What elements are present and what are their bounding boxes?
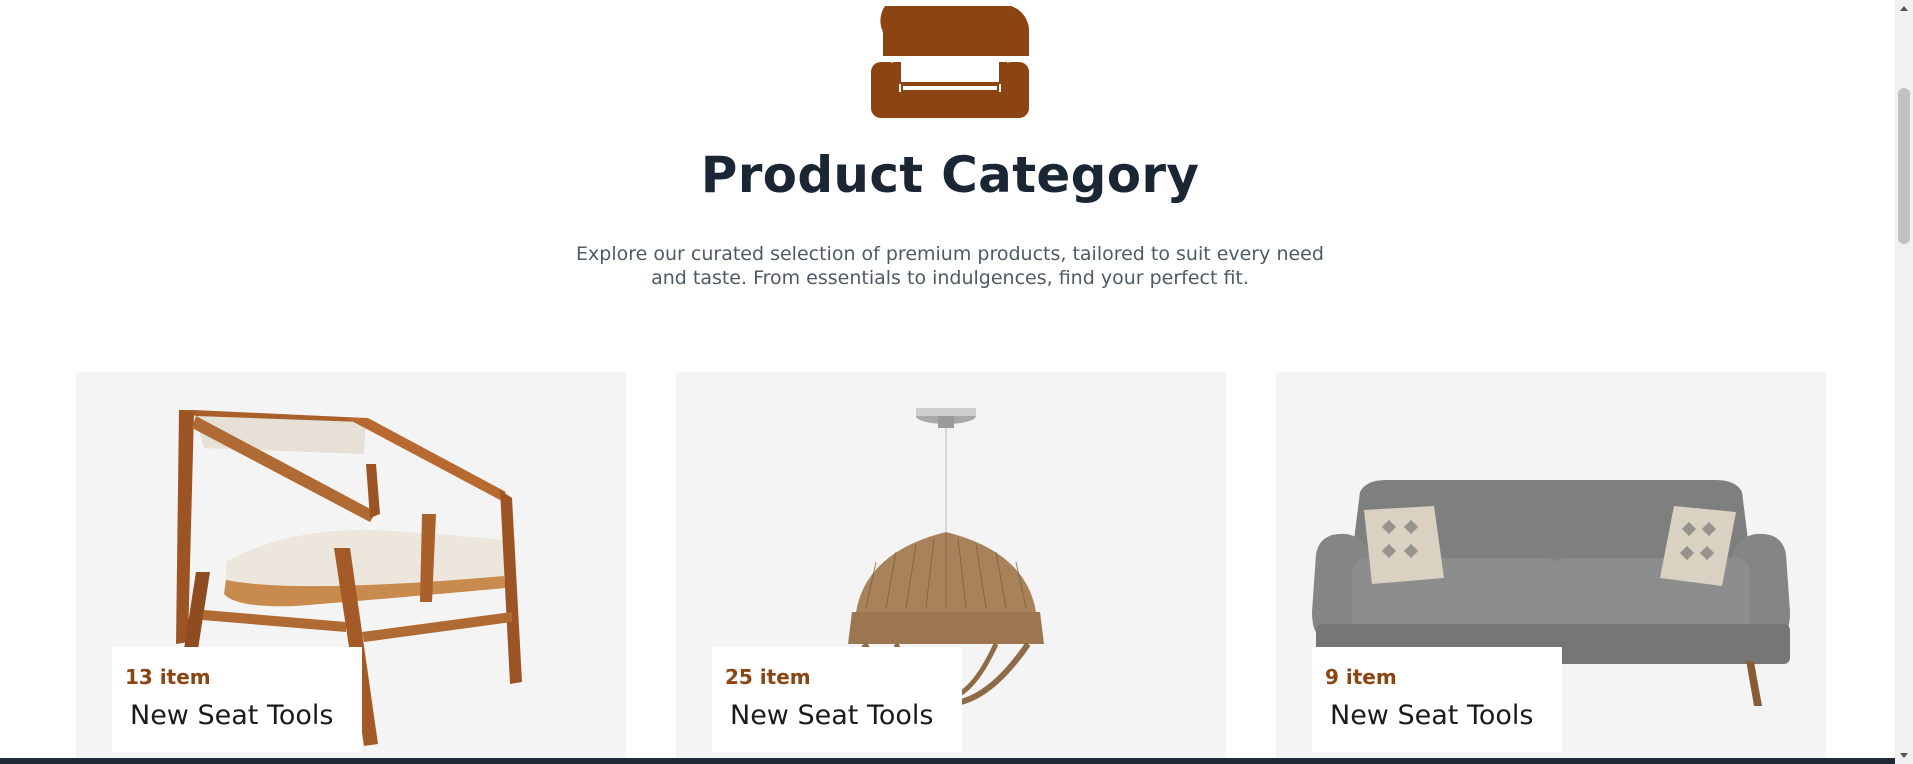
category-name[interactable]: New Seat Tools: [130, 700, 333, 731]
page: Product Category Explore our curated sel…: [0, 0, 1895, 764]
category-name[interactable]: New Seat Tools: [730, 700, 933, 731]
page-subtitle: Explore our curated selection of premium…: [550, 242, 1350, 290]
category-name[interactable]: New Seat Tools: [1330, 700, 1533, 731]
category-label: 9 item New Seat Tools: [1312, 647, 1562, 752]
category-label: 13 item New Seat Tools: [112, 647, 362, 752]
scrollbar-thumb[interactable]: [1898, 88, 1910, 244]
sofa-icon: [871, 6, 1029, 118]
category-grid: 13 item New Seat Tools 25 item New Seat …: [76, 372, 1828, 764]
category-card-sofas[interactable]: 9 item New Seat Tools: [1276, 372, 1826, 764]
item-count: 9 item: [1325, 665, 1397, 689]
footer-bar: [0, 758, 1895, 764]
subtitle-line-1: Explore our curated selection of premium…: [576, 243, 1324, 265]
item-count: 25 item: [725, 665, 811, 689]
scroll-up-arrow-icon[interactable]: [1895, 0, 1913, 18]
item-count: 13 item: [125, 665, 211, 689]
category-card-lighting[interactable]: 25 item New Seat Tools: [676, 372, 1226, 764]
scroll-down-arrow-icon[interactable]: [1895, 746, 1913, 764]
vertical-scrollbar[interactable]: [1895, 0, 1913, 764]
subtitle-line-2: and taste. From essentials to indulgence…: [651, 267, 1249, 289]
category-card-chairs[interactable]: 13 item New Seat Tools: [76, 372, 626, 764]
page-title: Product Category: [700, 146, 1200, 204]
category-label: 25 item New Seat Tools: [712, 647, 962, 752]
